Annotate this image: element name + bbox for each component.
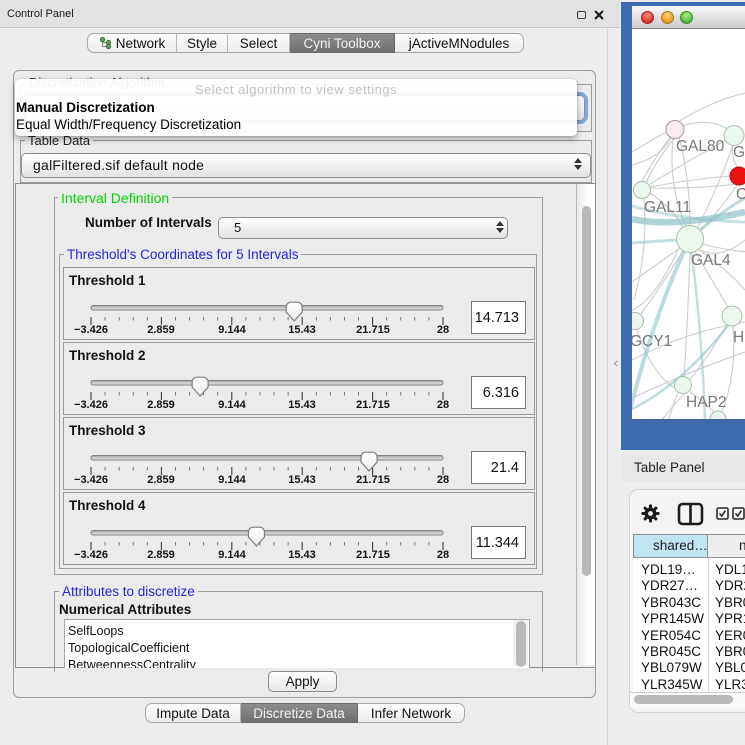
svg-text:HAP2: HAP2 <box>686 394 727 411</box>
svg-text:CDC19: CDC19 <box>736 186 745 203</box>
svg-text:GAL11: GAL11 <box>644 199 691 216</box>
svg-text:GAL3: GAL3 <box>733 144 745 161</box>
svg-text:GCY1: GCY1 <box>632 333 672 350</box>
svg-text:GAL4: GAL4 <box>691 252 731 269</box>
svg-text:HIS: HIS <box>733 329 745 346</box>
svg-text:GAL80: GAL80 <box>676 138 725 155</box>
